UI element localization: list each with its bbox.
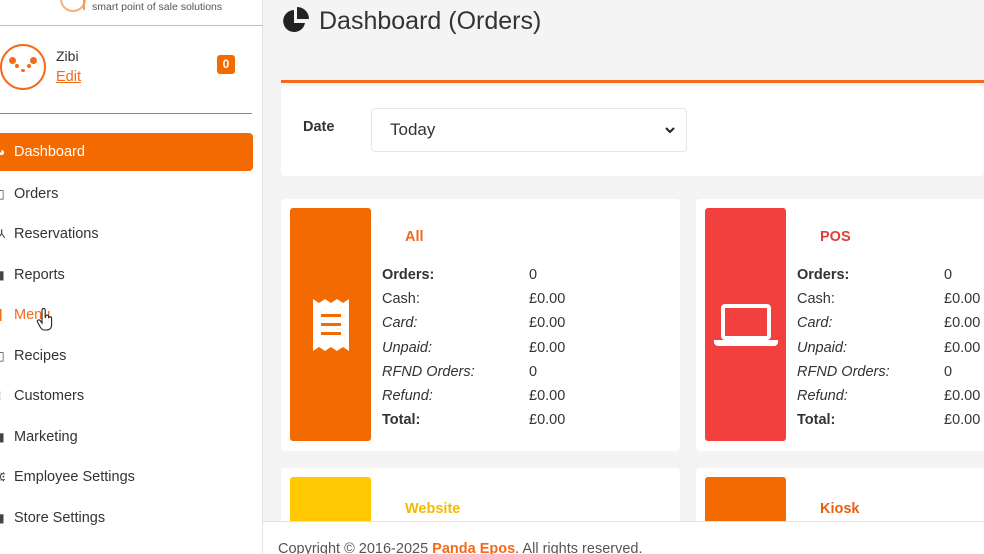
chevron-down-icon: [665, 127, 675, 134]
stat-row-unpaid: Unpaid: £0.00: [797, 339, 981, 356]
orders-summary-card-pos: POS Orders: 0 Cash: £0.00 Card: £0.00 Unpai…: [696, 199, 984, 451]
date-filter-panel: Date Today: [281, 86, 984, 176]
page-footer: Copyright © 2016-2025 Panda Epos. All ri…: [263, 521, 984, 554]
stat-row-refund: Refund: £0.00: [797, 387, 981, 404]
stat-row-total: Total: £0.00: [797, 412, 981, 429]
marketing-icon: ▮: [0, 430, 5, 443]
stat-row-cash: Cash: £0.00: [797, 291, 981, 308]
copyright-text: Copyright © 2016-2025 Panda Epos. All ri…: [278, 541, 643, 554]
orders-icon: ▯: [0, 187, 5, 200]
sidebar-item-label: Employee Settings: [14, 469, 135, 486]
main-content: Dashboard (Orders) Date Today All Orders…: [263, 0, 984, 554]
sidebar-item-customers[interactable]: ⁞ Customers: [0, 376, 253, 417]
receipt-icon: [312, 298, 349, 351]
user-name: Zibi: [56, 48, 79, 64]
sidebar-item-reservations[interactable]: ⅄ Reservations: [0, 214, 253, 255]
reports-icon: ▮: [0, 268, 5, 281]
avatar[interactable]: [0, 44, 46, 90]
brand-link[interactable]: Panda Epos: [432, 541, 515, 554]
header-divider: [281, 80, 984, 83]
sidebar-item-label: Reservations: [14, 226, 99, 243]
stat-row-orders: Orders: 0: [797, 267, 953, 283]
stat-row-unpaid: Unpaid: £0.00: [382, 339, 566, 356]
card-tile: [290, 208, 371, 441]
store-settings-icon: ▮: [0, 511, 5, 524]
date-select[interactable]: Today: [371, 108, 687, 152]
stat-row-cash: Cash: £0.00: [382, 291, 566, 308]
sidebar-item-label: Customers: [14, 388, 85, 405]
stat-row-total: Total: £0.00: [382, 412, 566, 429]
card-tile: [705, 477, 786, 521]
orders-summary-card-all: All Orders: 0 Cash: £0.00 Card: £0.00 Unpai…: [281, 199, 680, 451]
panda-face-icon: [9, 57, 37, 74]
edit-profile-link[interactable]: Edit: [56, 69, 81, 85]
reservations-icon: ⅄: [0, 228, 5, 241]
date-select-value: Today: [390, 120, 436, 139]
sidebar-item-label: Dashboard: [14, 144, 85, 160]
recipes-icon: ▯: [0, 349, 5, 362]
brand-tagline: smart point of sale solutions: [92, 1, 223, 13]
stat-row-refund: Refund: £0.00: [382, 387, 566, 404]
stat-row-rfnd-orders: RFND Orders: 0: [382, 363, 538, 380]
sidebar-item-label: Marketing: [14, 428, 78, 445]
stat-row-card: Card: £0.00: [382, 315, 566, 332]
sidebar-item-employee-settings[interactable]: ⚙ Employee Settings: [0, 457, 253, 498]
sidebar-item-orders[interactable]: ▯ Orders: [0, 174, 253, 215]
sidebar: smart point of sale solutions Zibi Edit …: [0, 0, 263, 554]
card-tile: [290, 477, 371, 521]
stat-row-rfnd-orders: RFND Orders: 0: [797, 363, 953, 380]
card-tile: [705, 208, 786, 441]
sidebar-item-label: Orders: [14, 185, 59, 202]
card-title: POS: [820, 229, 851, 245]
dashboard-icon: ◕: [0, 146, 5, 158]
orders-count-badge: 0: [217, 55, 235, 74]
card-title: Website: [405, 501, 461, 517]
stat-row-orders: Orders: 0: [382, 267, 538, 283]
sidebar-item-reports[interactable]: ▮ Reports: [0, 255, 253, 296]
sidebar-nav: ◕ Dashboard ▯ Orders ⅄ Reservations ▮ Re…: [0, 133, 253, 538]
sidebar-item-recipes[interactable]: ▯ Recipes: [0, 336, 253, 377]
sidebar-item-label: Reports: [14, 266, 65, 283]
logo-divider: [83, 0, 85, 10]
page-title: Dashboard (Orders): [319, 6, 542, 35]
laptop-icon: [713, 303, 778, 346]
user-panel: Zibi Edit: [0, 42, 252, 114]
stat-row-card: Card: £0.00: [797, 315, 981, 332]
sidebar-item-label: Recipes: [14, 347, 67, 364]
sidebar-item-store-settings[interactable]: ▮ Store Settings: [0, 498, 253, 539]
card-stats: Orders: 0 Cash: £0.00 Card: £0.00 Unpaid: £0…: [382, 267, 680, 436]
card-title: All: [405, 229, 424, 245]
pie-chart-icon: [283, 7, 309, 32]
card-stats: Orders: 0 Cash: £0.00 Card: £0.00 Unpaid: £0…: [797, 267, 984, 436]
sidebar-item-label: Store Settings: [14, 509, 106, 526]
orders-summary-card-website: Website: [281, 468, 680, 521]
date-label: Date: [303, 119, 335, 135]
page-header: Dashboard (Orders): [281, 6, 541, 36]
customers-icon: ⁞: [0, 390, 5, 402]
menu-icon: ▍: [0, 309, 5, 322]
logo-bar: smart point of sale solutions: [0, 0, 263, 26]
sidebar-item-marketing[interactable]: ▮ Marketing: [0, 417, 253, 458]
employee-settings-icon: ⚙: [0, 471, 5, 483]
sidebar-item-dashboard[interactable]: ◕ Dashboard: [0, 133, 253, 171]
card-title: Kiosk: [820, 501, 860, 517]
orders-summary-card-kiosk: Kiosk: [696, 468, 984, 521]
hand-cursor-icon: [36, 308, 53, 331]
